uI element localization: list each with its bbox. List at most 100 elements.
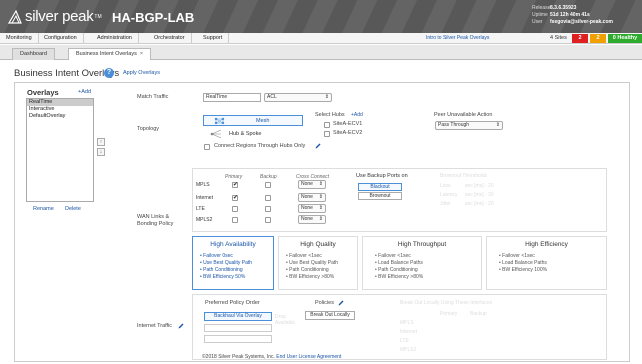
- add-overlay-link[interactable]: +Add: [78, 89, 91, 95]
- overlays-list[interactable]: RealTime Interactive DefaultOverlay: [26, 98, 94, 202]
- backup-checkbox-mpls[interactable]: [265, 182, 271, 188]
- appliance-hostname: HA-BGP-LAB: [112, 10, 195, 25]
- cross-connect-select-internet[interactable]: None ⇕: [298, 193, 326, 202]
- alarm-badge-critical[interactable]: 2: [572, 34, 588, 43]
- mesh-icon: [214, 117, 225, 125]
- uptime-label: Uptime: [532, 12, 548, 18]
- menu-configuration[interactable]: Configuration: [38, 33, 84, 44]
- policy-bullet: Load Balance Paths: [499, 260, 547, 267]
- menu-orchestrator[interactable]: Orchestrator: [148, 33, 192, 44]
- cross-connect-select-lte[interactable]: None ⇕: [298, 204, 326, 213]
- policy-card-high-availability[interactable]: High Availability Failover 0sec Use Best…: [192, 236, 274, 290]
- eula-link[interactable]: End User License Agreement: [276, 354, 341, 360]
- edit-pencil-icon[interactable]: [315, 143, 321, 149]
- apply-overlays-link[interactable]: Apply Overlays: [123, 70, 160, 76]
- peer-unavailable-label: Peer Unavailable Action: [434, 112, 493, 118]
- break-out-locally-item[interactable]: Break Out Locally: [305, 311, 355, 320]
- backhaul-via-overlay-item[interactable]: Backhaul Via Overlay: [204, 312, 272, 321]
- overlays-heading: Overlays: [27, 88, 59, 97]
- brownout-button[interactable]: Brownout: [358, 192, 402, 200]
- chevron-updown-icon: ⇕: [495, 122, 500, 128]
- backup-ports-label: Use Backup Ports on: [356, 173, 408, 179]
- hub-spoke-icon[interactable]: [210, 129, 222, 139]
- menu-monitoring[interactable]: Monitoring: [0, 33, 39, 44]
- wan-links-label: WAN Links & Bonding Policy: [137, 214, 173, 228]
- primary-checkbox-internet[interactable]: [232, 194, 238, 201]
- connect-hubs-checkbox[interactable]: [204, 144, 210, 150]
- overlay-item-defaultoverlay[interactable]: DefaultOverlay: [27, 113, 93, 120]
- policy-order-slot[interactable]: [204, 324, 272, 332]
- alarm-badge-major[interactable]: 2: [590, 34, 606, 43]
- hub-spoke-label[interactable]: Hub & Spoke: [229, 131, 261, 137]
- tab-dashboard[interactable]: Dashboard: [12, 48, 55, 60]
- policy-card-high-efficiency[interactable]: High Efficiency Failover <1sec Load Bala…: [486, 236, 607, 290]
- intro-overlays-link[interactable]: Intro to Silver Peak Overlays: [426, 33, 489, 44]
- drop-available-hint: Drop Available: [275, 314, 296, 326]
- breakout-row-mpls2: MPLS2: [400, 347, 417, 353]
- mesh-option[interactable]: Mesh: [203, 115, 303, 126]
- chevron-updown-icon: ⇕: [318, 194, 323, 200]
- help-icon[interactable]: ?: [104, 68, 114, 78]
- chevron-updown-icon: ⇕: [318, 205, 323, 211]
- logo: silver peak TM: [8, 8, 102, 25]
- close-icon[interactable]: ×: [140, 51, 143, 57]
- policy-bullet: Use Best Quality Path: [200, 260, 252, 267]
- link-label-internet: Internet: [196, 195, 213, 201]
- move-up-button[interactable]: ↑: [97, 138, 105, 146]
- policy-order-slot[interactable]: [204, 335, 272, 343]
- primary-checkbox-lte[interactable]: [232, 206, 238, 212]
- overlay-item-interactive[interactable]: Interactive: [27, 106, 93, 113]
- select-hubs-label: Select Hubs: [315, 112, 345, 118]
- tab-bar: Dashboard Business Intent Overlays ×: [0, 45, 642, 60]
- edit-pencil-icon[interactable]: [338, 300, 344, 306]
- policy-bullet: Load Balance Paths: [375, 260, 423, 267]
- system-info: Release8.3.6.35923 Uptime 51d 12h 40m 41s…: [532, 5, 613, 26]
- primary-checkbox-mpls2[interactable]: [232, 217, 238, 223]
- hub-checkbox-ecv2[interactable]: [324, 131, 330, 137]
- backup-checkbox-lte[interactable]: [265, 206, 271, 212]
- match-type-select[interactable]: ACL ⇕: [264, 93, 332, 102]
- rename-overlay-link[interactable]: Rename: [33, 206, 54, 212]
- policies-label: Policies: [315, 300, 334, 306]
- policy-bullet: Failover 0sec: [200, 253, 252, 260]
- policy-bullet: BW Efficiency >80%: [375, 274, 423, 281]
- edit-pencil-icon[interactable]: [178, 323, 184, 329]
- link-label-lte: LTE: [196, 206, 205, 212]
- policy-card-high-throughput[interactable]: High Throughput Failover <1sec Load Bala…: [362, 236, 482, 290]
- move-down-button[interactable]: ↓: [97, 148, 105, 156]
- policy-bullet: BW Efficiency >80%: [286, 274, 338, 281]
- menu-administration[interactable]: Administration: [91, 33, 139, 44]
- tab-business-intent-overlays[interactable]: Business Intent Overlays ×: [68, 48, 152, 60]
- blackout-button[interactable]: Blackout: [358, 183, 402, 191]
- release-value: 8.3.6.35923: [550, 5, 577, 11]
- breakout-row-mpls: MPLS: [400, 320, 414, 326]
- add-hub-link[interactable]: +Add: [351, 112, 363, 119]
- breakout-row-lte: LTE: [400, 338, 409, 344]
- policy-bullet: Failover <1sec: [499, 253, 547, 260]
- policy-card-high-quality[interactable]: High Quality Failover <1sec Use Best Qua…: [278, 236, 358, 290]
- cross-connect-value-internet: None: [301, 194, 313, 200]
- peer-unavailable-value: Pass Through: [438, 122, 470, 128]
- peer-unavailable-select[interactable]: Pass Through ⇕: [435, 121, 503, 130]
- match-traffic-field[interactable]: RealTime: [203, 93, 261, 102]
- primary-checkbox-mpls[interactable]: [232, 181, 238, 188]
- healthy-badge[interactable]: 0 Healthy: [608, 34, 642, 43]
- delete-overlay-link[interactable]: Delete: [65, 206, 81, 212]
- cross-connect-select-mpls[interactable]: None ⇕: [298, 180, 326, 189]
- backup-checkbox-mpls2[interactable]: [265, 217, 271, 223]
- wan-links-label-line1: WAN Links &: [137, 214, 170, 220]
- topology-label: Topology: [137, 126, 160, 132]
- hub-checkbox-ecv1[interactable]: [324, 122, 330, 128]
- cross-connect-select-mpls2[interactable]: None ⇕: [298, 215, 326, 224]
- threshold-label-latency: Latency: [440, 192, 458, 198]
- user-label: User: [532, 19, 543, 25]
- wan-links-label-line2: Bonding Policy: [137, 221, 174, 227]
- overlay-item-realtime[interactable]: RealTime: [27, 99, 93, 106]
- tab-bio-label: Business Intent Overlays: [76, 51, 137, 57]
- breakout-col-primary: Primary: [440, 311, 458, 317]
- policy-bullet: BW Efficiency 100%: [499, 267, 547, 274]
- backup-checkbox-internet[interactable]: [265, 195, 271, 201]
- sites-count[interactable]: 4 Sites: [550, 33, 567, 44]
- policy-title: High Availability: [210, 241, 256, 248]
- menu-support[interactable]: Support: [197, 33, 230, 44]
